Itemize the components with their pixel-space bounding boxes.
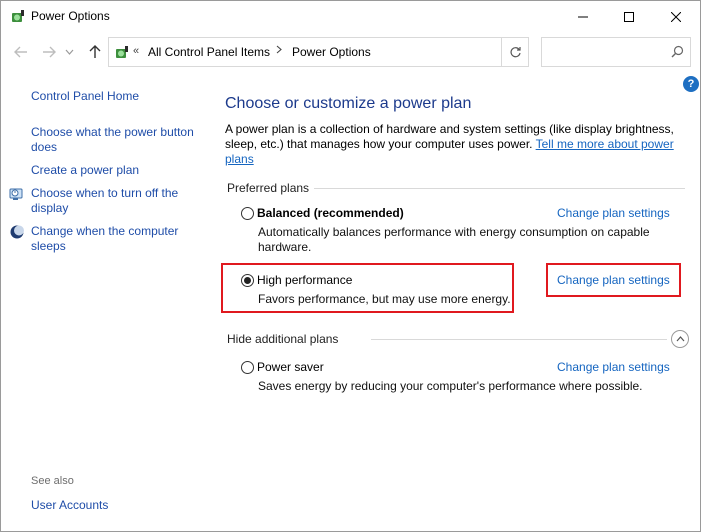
preferred-plans-divider	[314, 188, 685, 189]
arrow-up-icon	[89, 45, 101, 58]
address-bar[interactable]: « All Control Panel Items Power Options	[108, 37, 529, 67]
moon-icon	[9, 224, 25, 240]
sidebar-item-computer-sleeps[interactable]: Change when the computer sleeps	[31, 224, 206, 254]
sidebar-item-create-plan[interactable]: Create a power plan	[31, 163, 206, 178]
change-plan-settings-high-performance[interactable]: Change plan settings	[557, 273, 670, 287]
chevron-up-icon	[676, 336, 684, 342]
title-bar: Power Options	[1, 1, 700, 32]
navigation-bar: « All Control Panel Items Power Options	[1, 33, 700, 71]
close-button[interactable]	[653, 1, 699, 32]
help-button[interactable]: ?	[683, 76, 699, 92]
search-input[interactable]	[541, 37, 691, 67]
power-options-icon	[10, 9, 26, 25]
forward-button[interactable]	[39, 42, 59, 62]
change-plan-settings-balanced[interactable]: Change plan settings	[557, 206, 670, 220]
sidebar-item-turn-off-display[interactable]: Choose when to turn off the display	[31, 186, 206, 216]
minimize-button[interactable]	[560, 1, 606, 32]
sidebar-control-panel-home[interactable]: Control Panel Home	[31, 89, 139, 104]
search-icon	[671, 45, 684, 61]
recent-locations-button[interactable]	[63, 42, 75, 62]
refresh-icon	[510, 46, 521, 57]
radio-balanced[interactable]	[241, 207, 254, 220]
intro-text: A power plan is a collection of hardware…	[225, 122, 680, 167]
chevron-down-icon	[65, 49, 73, 55]
plan-name-power-saver[interactable]: Power saver	[257, 360, 324, 374]
breadcrumb-all-control-panel-items[interactable]: All Control Panel Items	[148, 45, 270, 59]
see-also-label: See also	[31, 475, 74, 487]
breadcrumb-power-options[interactable]: Power Options	[292, 45, 371, 59]
sidebar-item-power-button[interactable]: Choose what the power button does	[31, 125, 206, 155]
power-options-window: Power Options « All Control Panel Items …	[0, 0, 701, 532]
breadcrumb-separator-icon	[276, 45, 282, 57]
overflow-chevron[interactable]: «	[133, 45, 139, 57]
arrow-left-icon	[14, 46, 27, 58]
collapse-button[interactable]	[671, 330, 689, 348]
radio-high-performance[interactable]	[241, 274, 254, 287]
user-accounts-link[interactable]: User Accounts	[31, 498, 108, 513]
plan-description-balanced: Automatically balances performance with …	[258, 225, 650, 254]
plan-name-balanced[interactable]: Balanced (recommended)	[257, 206, 404, 220]
page-title: Choose or customize a power plan	[225, 95, 472, 112]
back-button[interactable]	[11, 42, 31, 62]
minimize-icon	[578, 16, 588, 17]
additional-plans-divider	[371, 339, 667, 340]
close-icon	[671, 11, 681, 22]
refresh-button[interactable]	[501, 38, 529, 66]
preferred-plans-label: Preferred plans	[227, 181, 310, 195]
plan-description-high-performance: Favors performance, but may use more ene…	[258, 292, 511, 306]
control-panel-icon	[114, 45, 130, 61]
hide-additional-plans-label[interactable]: Hide additional plans	[227, 332, 338, 346]
radio-power-saver[interactable]	[241, 361, 254, 374]
maximize-button[interactable]	[606, 1, 652, 32]
plan-description-power-saver: Saves energy by reducing your computer's…	[258, 379, 643, 393]
window-title: Power Options	[31, 9, 110, 23]
maximize-icon	[624, 11, 634, 22]
plan-name-high-performance[interactable]: High performance	[257, 273, 352, 287]
arrow-right-icon	[43, 46, 56, 58]
change-plan-settings-power-saver[interactable]: Change plan settings	[557, 360, 670, 374]
up-button[interactable]	[85, 42, 105, 62]
display-clock-icon	[9, 186, 25, 202]
